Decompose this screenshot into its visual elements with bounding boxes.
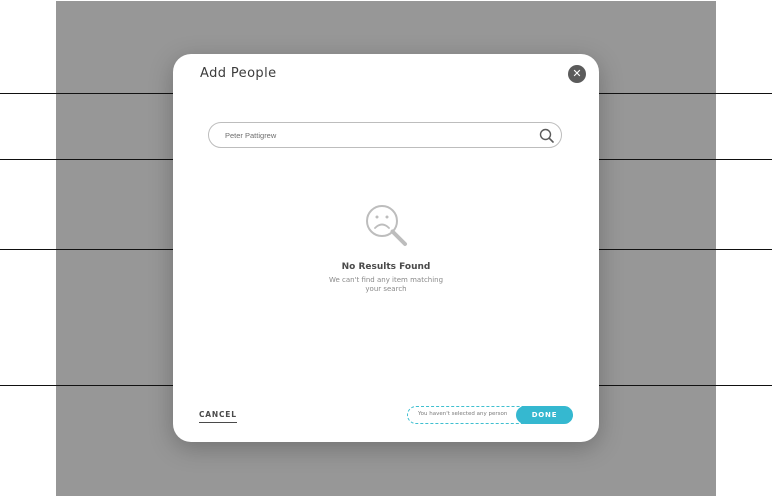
empty-state: No Results Found We can't find any item … [173, 202, 599, 294]
search-box [208, 122, 562, 148]
close-button[interactable]: ✕ [568, 65, 586, 83]
modal-title: Add People [200, 66, 277, 81]
sad-magnifier-icon [366, 205, 407, 246]
selection-status-text: You haven't selected any person [418, 411, 508, 417]
modal-header: Add People ✕ [173, 54, 599, 94]
empty-state-message: We can't find any item matching your sea… [328, 276, 444, 293]
empty-state-title: No Results Found [341, 262, 431, 272]
canvas: Add People ✕ No Results Found We can't f… [0, 0, 772, 501]
add-people-modal: Add People ✕ No Results Found We can't f… [173, 54, 599, 442]
search-input[interactable] [225, 127, 525, 143]
close-icon: ✕ [572, 68, 582, 80]
cancel-button[interactable]: CANCEL [199, 410, 237, 423]
done-button[interactable]: DONE [516, 406, 573, 424]
search-icon[interactable] [539, 128, 554, 143]
